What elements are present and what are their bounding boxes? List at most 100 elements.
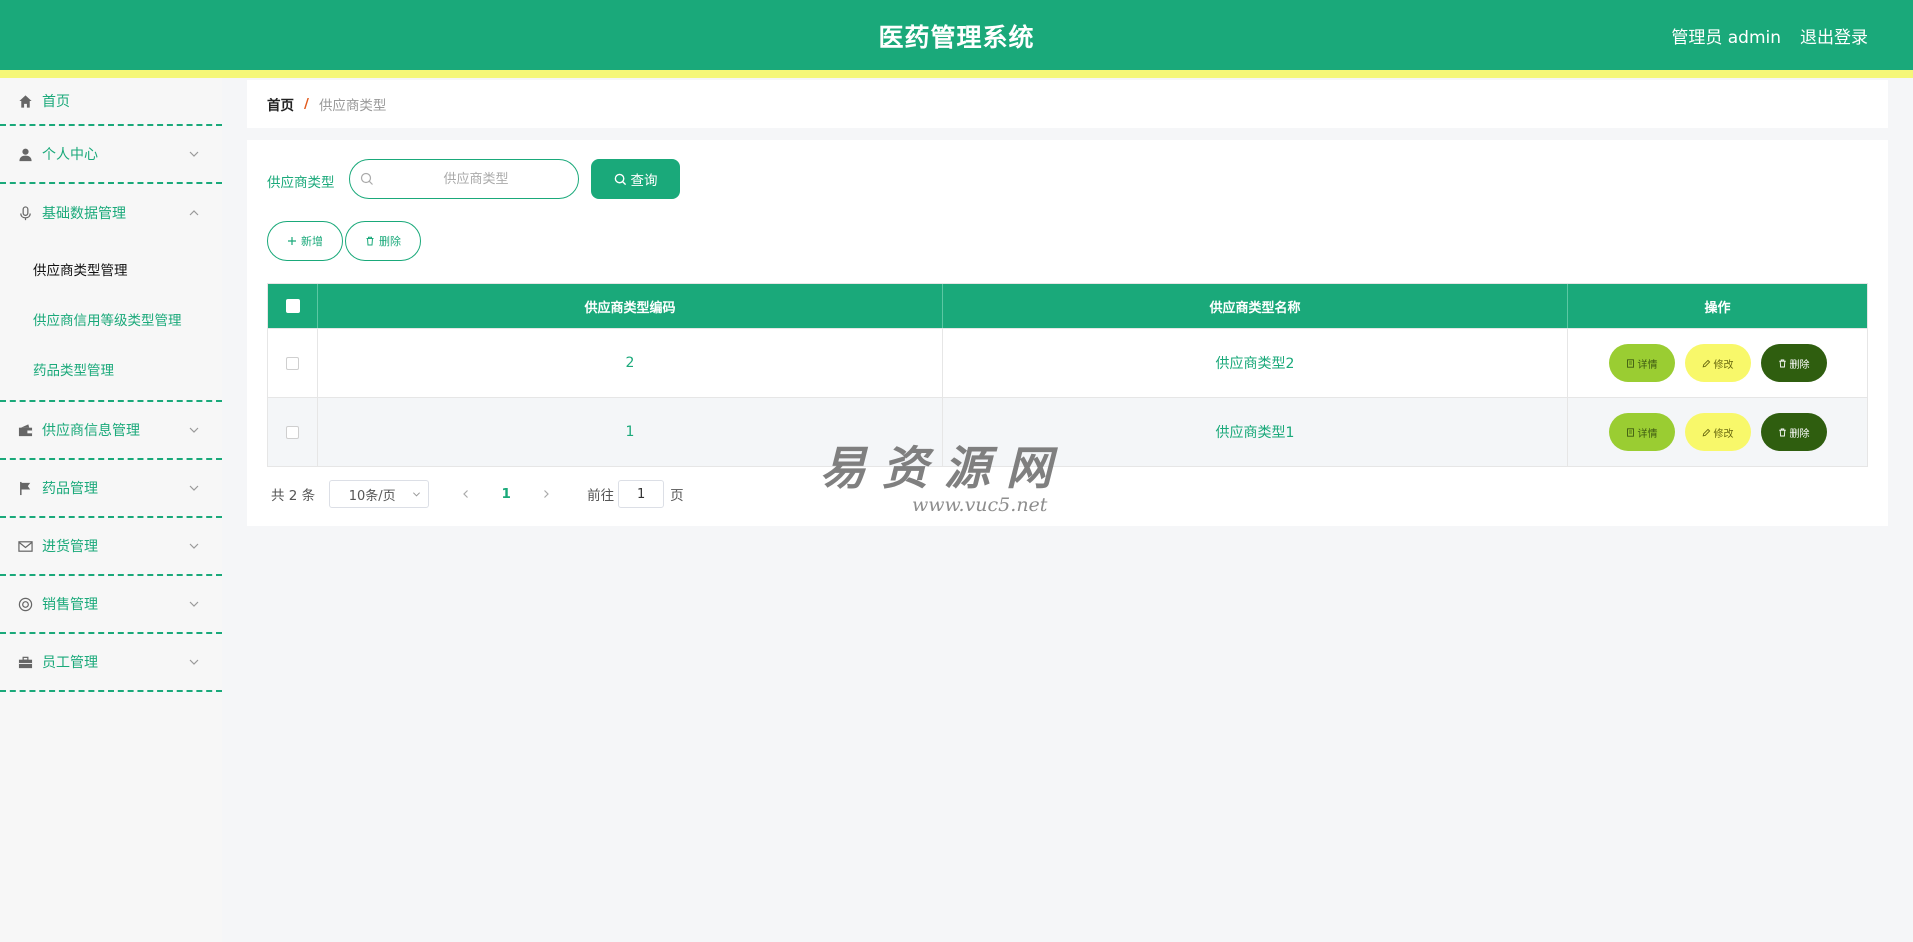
trash-icon	[1778, 359, 1786, 367]
lifebuoy-icon	[18, 597, 33, 612]
sidebar-item-label: 药品管理	[42, 481, 98, 497]
batch-delete-button[interactable]: 删除	[345, 221, 421, 261]
sidebar-item-basic-data[interactable]: 基础数据管理	[0, 184, 222, 242]
submenu-item-supplier-type[interactable]: 供应商类型管理	[0, 244, 222, 294]
query-button-label: 查询	[630, 173, 658, 189]
goto-page-input[interactable]	[618, 480, 665, 508]
sidebar-item-staff[interactable]: 员工管理	[0, 634, 222, 692]
trash-icon	[366, 236, 374, 246]
detail-button[interactable]: 详情	[1608, 413, 1675, 451]
page-size-value: 10条/页	[348, 488, 396, 504]
cell-name: 供应商类型2	[943, 329, 1568, 397]
select-all-checkbox[interactable]	[285, 299, 300, 313]
submenu-item-drug-type[interactable]: 药品类型管理	[0, 344, 222, 394]
logout-link[interactable]: 退出登录	[1800, 23, 1868, 48]
home-icon	[18, 94, 33, 109]
chevron-down-icon	[189, 543, 199, 549]
delete-button[interactable]: 删除	[1760, 413, 1827, 451]
page-number-current[interactable]: 1	[491, 486, 521, 502]
page-size-select[interactable]: 10条/页	[329, 480, 430, 508]
delete-button[interactable]: 删除	[1760, 344, 1827, 382]
row-checkbox-cell	[268, 329, 318, 397]
chevron-up-icon	[189, 210, 199, 216]
row-checkbox[interactable]	[286, 356, 299, 370]
chevron-down-icon	[189, 485, 199, 491]
row-checkbox[interactable]	[286, 425, 299, 439]
prev-page-button[interactable]	[451, 489, 481, 499]
edit-button[interactable]: 修改	[1684, 413, 1751, 451]
breadcrumb-home[interactable]: 首页	[267, 94, 294, 114]
trash-icon	[1778, 428, 1786, 436]
chevron-left-icon	[463, 490, 469, 498]
submenu-basic-data: 供应商类型管理 供应商信用等级类型管理 药品类型管理	[0, 242, 222, 402]
flag-icon	[18, 481, 33, 496]
user-icon	[18, 147, 33, 162]
plus-icon	[288, 237, 296, 245]
pencil-icon	[1702, 359, 1710, 367]
delete-label: 删除	[1789, 359, 1810, 371]
search-icon	[614, 173, 626, 185]
detail-label: 详情	[1637, 428, 1658, 440]
header-stripe	[0, 70, 1913, 78]
next-page-button[interactable]	[531, 489, 561, 499]
app-title: 医药管理系统	[878, 23, 1035, 52]
row-checkbox-cell	[268, 398, 318, 466]
search-label: 供应商类型	[267, 175, 335, 191]
detail-label: 详情	[1637, 359, 1658, 371]
sidebar-item-label: 进货管理	[42, 539, 98, 555]
submenu-item-supplier-credit-type[interactable]: 供应商信用等级类型管理	[0, 294, 222, 344]
sidebar-item-label: 个人中心	[42, 147, 98, 163]
cell-actions: 详情 修改 删除	[1568, 329, 1867, 397]
batch-delete-label: 删除	[379, 235, 401, 248]
sidebar-item-label: 销售管理	[42, 597, 98, 613]
search-input[interactable]	[380, 168, 572, 190]
cell-actions: 详情 修改 删除	[1568, 398, 1867, 466]
briefcase-icon	[18, 655, 33, 670]
microphone-icon	[18, 205, 33, 221]
goto-unit: 页	[670, 488, 684, 504]
sidebar-item-label: 供应商信息管理	[42, 423, 140, 439]
goto-label: 前往	[587, 488, 615, 504]
column-header-code: 供应商类型编码	[318, 284, 943, 328]
sidebar-item-label: 员工管理	[42, 655, 98, 671]
edit-label: 修改	[1713, 428, 1734, 440]
add-button[interactable]: 新增	[267, 221, 343, 261]
chevron-down-icon	[413, 492, 421, 497]
sidebar-item-supplier-info[interactable]: 供应商信息管理	[0, 402, 222, 460]
sidebar-item-drug[interactable]: 药品管理	[0, 460, 222, 518]
content-card: 供应商类型 查询 新增 删除 供应商类型编码 供应商类型名称 操作 2 供应商类…	[247, 140, 1888, 526]
sidebar-item-sales[interactable]: 销售管理	[0, 576, 222, 634]
document-icon	[1626, 358, 1634, 368]
sidebar-item-purchase[interactable]: 进货管理	[0, 518, 222, 576]
breadcrumb-separator: /	[304, 96, 309, 112]
sidebar: 首页 个人中心 基础数据管理 供应商类型管理 供应商信用等级类型管理 药品类型管…	[0, 78, 222, 942]
chevron-right-icon	[544, 490, 550, 498]
breadcrumb-current: 供应商类型	[318, 98, 387, 114]
sidebar-item-profile[interactable]: 个人中心	[0, 126, 222, 184]
column-header-actions: 操作	[1704, 300, 1731, 316]
header-checkbox-cell	[268, 284, 318, 328]
chevron-down-icon	[189, 659, 199, 665]
edit-button[interactable]: 修改	[1684, 344, 1751, 382]
cell-name: 供应商类型1	[943, 398, 1568, 466]
pencil-icon	[1702, 428, 1710, 436]
add-button-label: 新增	[301, 235, 323, 248]
supplier-type-table: 供应商类型编码 供应商类型名称 操作 2 供应商类型2 详情 修改 删除 1 供…	[267, 283, 1868, 467]
detail-button[interactable]: 详情	[1608, 344, 1675, 382]
chevron-down-icon	[189, 601, 199, 607]
current-user: 管理员 admin	[1671, 28, 1781, 48]
document-icon	[1626, 427, 1634, 437]
table-row: 2 供应商类型2 详情 修改 删除	[268, 328, 1867, 397]
sidebar-item-label: 首页	[42, 94, 70, 110]
search-icon	[360, 172, 373, 185]
chevron-down-icon	[189, 151, 199, 157]
cell-code: 1	[318, 398, 943, 466]
search-box	[349, 159, 579, 199]
table-row: 1 供应商类型1 详情 修改 删除	[268, 397, 1867, 466]
sidebar-item-home[interactable]: 首页	[0, 78, 222, 126]
top-header: 医药管理系统 管理员 admin 退出登录	[0, 0, 1913, 70]
query-button[interactable]: 查询	[591, 159, 680, 199]
cell-code: 2	[318, 329, 943, 397]
mail-icon	[18, 539, 33, 554]
delete-label: 删除	[1789, 428, 1810, 440]
